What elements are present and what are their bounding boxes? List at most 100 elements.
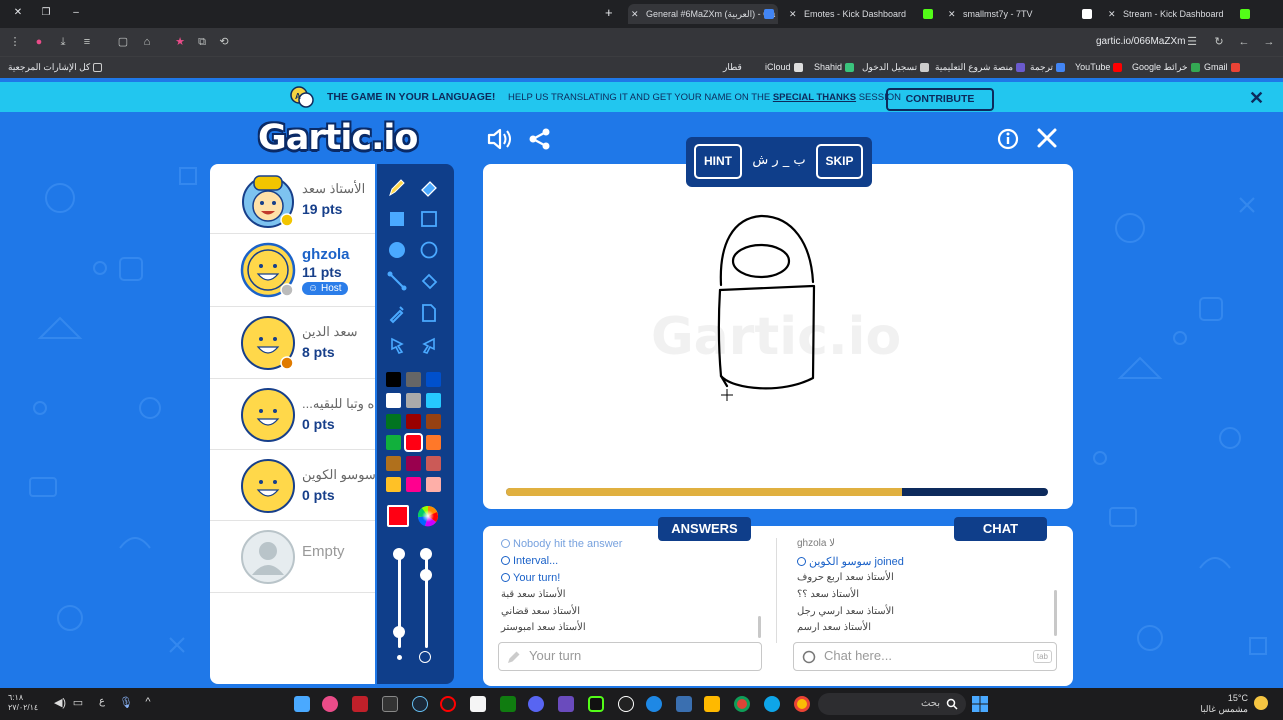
color-swatch[interactable] xyxy=(426,372,441,387)
banner-close-icon[interactable]: ✕ xyxy=(1249,88,1264,109)
special-thanks-link[interactable]: SPECIAL THANKS xyxy=(773,92,856,103)
chatgpt-icon[interactable] xyxy=(618,696,634,712)
player-row[interactable]: سعد الدين 8 pts xyxy=(210,307,375,379)
chrome-beta-icon[interactable] xyxy=(794,696,810,712)
weather-widget[interactable]: 15°C مشمس غالبا xyxy=(1200,693,1248,715)
bookmark-icloud[interactable]: iCloud xyxy=(765,62,803,73)
bookmark-shahid[interactable]: Shahid xyxy=(814,62,855,73)
menu-dots-icon[interactable]: ⋮ xyxy=(8,35,22,49)
browser-tab[interactable]: ✕ Emotes - Kick Dashboard xyxy=(786,4,926,24)
kick-app-icon[interactable] xyxy=(588,696,604,712)
info-icon[interactable] xyxy=(994,126,1022,152)
bookmark-translate[interactable]: ترجمة xyxy=(1030,62,1066,73)
color-swatch[interactable] xyxy=(386,477,401,492)
discord-icon[interactable] xyxy=(528,696,544,712)
bookmark-star-icon[interactable]: ★ xyxy=(173,35,187,49)
tab-close-icon[interactable]: ✕ xyxy=(789,4,797,24)
color-swatch[interactable] xyxy=(406,372,421,387)
minimize-window-icon[interactable]: – xyxy=(70,7,82,19)
color-swatch[interactable] xyxy=(406,477,421,492)
forward-icon[interactable]: ← xyxy=(1237,35,1251,49)
close-window-icon[interactable]: ✕ xyxy=(12,7,24,19)
chrome-icon[interactable] xyxy=(734,696,750,712)
player-row[interactable]: الأستاذ سعد 19 pts xyxy=(210,164,375,234)
chrome-profile-icon[interactable] xyxy=(322,696,338,712)
exit-icon[interactable] xyxy=(1033,126,1061,152)
bookmark-maps[interactable]: Google خرائط xyxy=(1132,62,1200,73)
taskbar-search[interactable]: بحث xyxy=(818,693,966,715)
color-swatch[interactable] xyxy=(386,435,401,450)
maximize-window-icon[interactable]: ❐ xyxy=(40,7,52,19)
slider-knob[interactable] xyxy=(420,548,432,560)
share-icon[interactable] xyxy=(526,126,554,152)
all-bookmarks[interactable]: كل الإشارات المرجعية xyxy=(8,62,103,73)
slider-knob[interactable] xyxy=(393,626,405,638)
answer-input[interactable] xyxy=(529,648,679,663)
line-tool-icon[interactable] xyxy=(386,270,408,292)
eraser-tool-icon[interactable] xyxy=(418,176,440,198)
filled-rect-tool-icon[interactable] xyxy=(386,208,408,230)
color-swatch[interactable] xyxy=(406,393,421,408)
color-wheel-icon[interactable] xyxy=(417,505,439,527)
bookmark-login[interactable]: تسجيل الدخول xyxy=(862,62,930,73)
browser-tab[interactable]: ✕ Stream - Kick Dashboard xyxy=(1105,4,1235,24)
color-swatch[interactable] xyxy=(406,456,421,471)
chat-input[interactable] xyxy=(824,648,974,663)
browser-tab[interactable]: ✕ General #6MaZXm (العربية) - Ga xyxy=(628,4,778,24)
file-explorer-icon[interactable] xyxy=(704,696,720,712)
epic-games-icon[interactable] xyxy=(382,696,398,712)
bookmark-platform[interactable]: منصة شروع التعليمية xyxy=(935,62,1026,73)
files-app-icon[interactable] xyxy=(294,696,310,712)
player-row[interactable]: سوسو الكوين 0 pts xyxy=(210,450,376,521)
answers-scrollbar[interactable] xyxy=(758,616,761,638)
music-app-icon[interactable] xyxy=(470,696,486,712)
tab-close-icon[interactable]: ✕ xyxy=(948,4,956,24)
color-swatch[interactable] xyxy=(386,372,401,387)
slider-knob[interactable] xyxy=(393,548,405,560)
circle-outline-tool-icon[interactable] xyxy=(418,239,440,261)
install-app-icon[interactable]: ⟲ xyxy=(217,35,231,49)
contribute-button[interactable]: CONTRIBUTE xyxy=(886,88,994,111)
tab-close-icon[interactable]: ✕ xyxy=(631,4,639,24)
color-swatch[interactable] xyxy=(404,433,423,452)
windows-start-icon[interactable] xyxy=(972,696,988,712)
undo-tool-icon[interactable] xyxy=(386,334,408,356)
color-picker-tool-icon[interactable] xyxy=(386,302,408,324)
hint-button[interactable]: HINT xyxy=(694,144,742,179)
clear-page-tool-icon[interactable] xyxy=(418,302,440,324)
url-text[interactable]: gartic.io/066MaZXm xyxy=(1096,36,1185,47)
color-swatch[interactable] xyxy=(426,477,441,492)
store-icon[interactable] xyxy=(676,696,692,712)
browser-tab[interactable]: ✕ smallmst7y - 7TV xyxy=(945,4,1075,24)
color-swatch[interactable] xyxy=(426,435,441,450)
color-swatch[interactable] xyxy=(386,393,401,408)
translate-icon[interactable]: ⌂ xyxy=(140,35,154,49)
drawing-canvas[interactable]: Gartic.io xyxy=(483,164,1073,509)
keyboard-language-icon[interactable]: ع xyxy=(94,696,110,712)
share-page-icon[interactable]: ⧉ xyxy=(195,35,209,49)
pencil-tool-icon[interactable] xyxy=(386,176,408,198)
microphone-icon[interactable]: 🎙 xyxy=(118,696,134,712)
steam-icon[interactable] xyxy=(412,696,428,712)
reading-list-icon[interactable]: ≡ xyxy=(80,35,94,49)
tab-close-icon[interactable]: ✕ xyxy=(1108,4,1116,24)
profile-icon[interactable]: ● xyxy=(32,35,46,49)
tray-chevron-icon[interactable]: ^ xyxy=(140,696,156,712)
bookmark-gmail[interactable]: Gmail xyxy=(1204,62,1240,73)
xbox-icon[interactable] xyxy=(500,696,516,712)
filled-circle-tool-icon[interactable] xyxy=(386,239,408,261)
tab-chat[interactable]: CHAT xyxy=(954,517,1047,541)
tab-answers[interactable]: ANSWERS xyxy=(658,517,751,541)
color-swatch[interactable] xyxy=(386,414,401,429)
system-clock[interactable]: ٦:١٨ ٢٧/٠٢/١٤ xyxy=(8,693,38,713)
skip-button[interactable]: SKIP xyxy=(816,144,863,179)
volume-icon[interactable]: ◀) xyxy=(52,696,68,712)
color-swatch[interactable] xyxy=(426,393,441,408)
sound-icon[interactable] xyxy=(486,126,514,152)
adobe-app-icon[interactable] xyxy=(352,696,368,712)
rect-outline-tool-icon[interactable] xyxy=(418,208,440,230)
bookmark-youtube[interactable]: YouTube xyxy=(1075,62,1123,73)
redo-tool-icon[interactable] xyxy=(418,334,440,356)
color-swatch[interactable] xyxy=(406,414,421,429)
color-swatch[interactable] xyxy=(426,456,441,471)
